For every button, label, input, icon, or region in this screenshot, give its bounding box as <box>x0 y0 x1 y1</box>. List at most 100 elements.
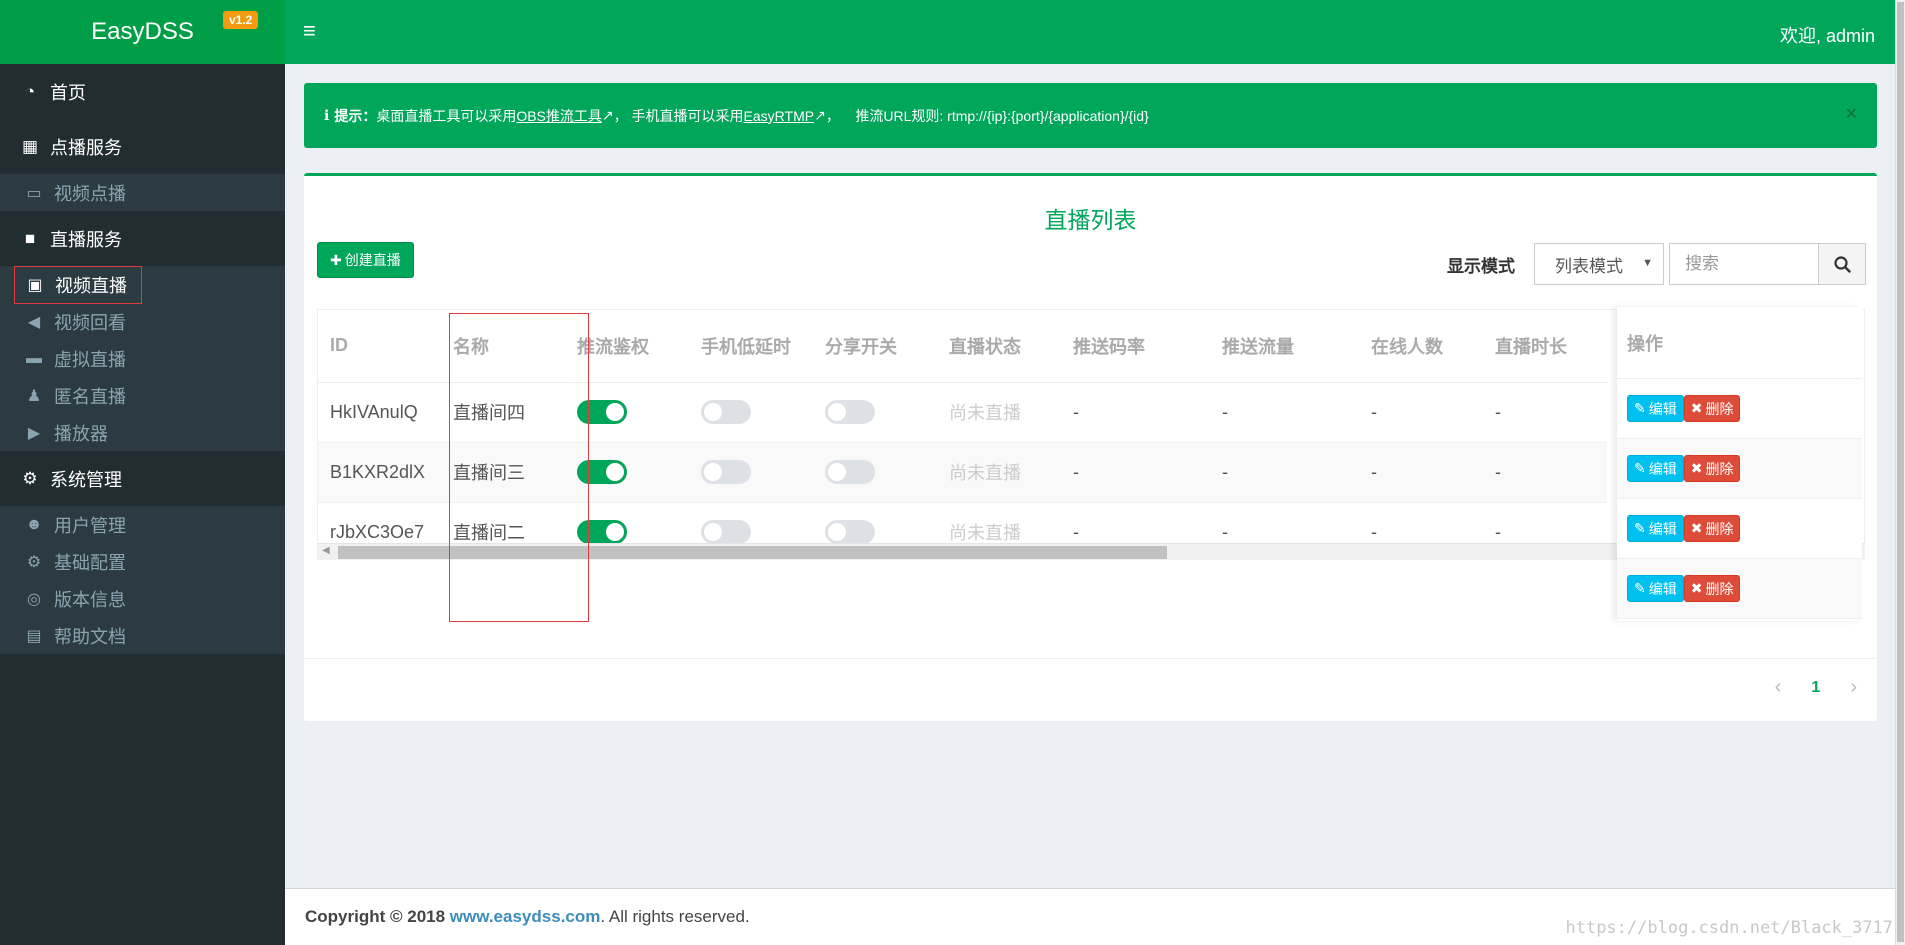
edit-icon: ✎ <box>1634 460 1646 476</box>
sidebar: ◔ 首页 ▦ 点播服务 ▭ 视频点播 ■ 直播服务 ▣ 视频直播 ◀ 视频回看 ▬ 虚拟直播 ♟ 匿名直播 ▶ 播… <box>0 64 285 945</box>
site-link[interactable]: www.easydss.com <box>450 907 601 927</box>
easyrtmp-link[interactable]: EasyRTMP <box>744 108 815 124</box>
share-cell <box>813 382 937 443</box>
sidebar-item[interactable]: ⚙ 基础配置 <box>0 543 285 580</box>
sidebar-item-content: ◎ 版本信息 <box>24 586 126 612</box>
table-row: B1KXR2dlX 直播间三 尚未直播 - - - - <box>318 442 1607 503</box>
gear-icon: ⚙ <box>26 553 42 571</box>
stream-auth-cell <box>565 382 689 443</box>
low-delay-cell <box>689 442 813 503</box>
delete-button[interactable]: ✖ 删除 <box>1683 395 1741 422</box>
sidebar-item-label: 帮助文档 <box>54 626 126 647</box>
sidebar-item-content: ⚙ 基础配置 <box>24 549 126 575</box>
close-icon: ✖ <box>1690 460 1703 476</box>
sidebar-item[interactable]: ▣ 视频直播 <box>0 265 285 304</box>
sidebar-item[interactable]: ■ 直播服务 <box>0 211 285 266</box>
display-mode-value: 列表模式 <box>1555 256 1623 276</box>
page-scrollbar[interactable] <box>1895 0 1905 945</box>
delete-label: 删除 <box>1705 580 1734 597</box>
video-camera-icon: ■ <box>24 228 36 248</box>
sidebar-item[interactable]: ▬ 虚拟直播 <box>0 340 285 377</box>
sidebar-item[interactable]: ▦ 点播服务 <box>0 119 285 174</box>
edit-button[interactable]: ✎ 编辑 <box>1627 395 1684 422</box>
sidebar-item[interactable]: ◀ 视频回看 <box>0 303 285 340</box>
delete-label: 删除 <box>1705 400 1734 417</box>
sidebar-item[interactable]: ☻ 用户管理 <box>0 506 285 543</box>
table-header-row: ID 名称 推流鉴权 手机低延时 分享开关 直播状态 推送码率 推送流量 在线人数 直播时长 <box>318 310 1607 383</box>
sidebar-item-content: ☻ 用户管理 <box>24 512 126 538</box>
column-header: 手机低延时 <box>689 310 813 383</box>
share-toggle[interactable] <box>825 520 875 544</box>
display-mode-label: 显示模式 <box>1447 257 1515 276</box>
close-icon[interactable]: × <box>1845 103 1857 126</box>
sidebar-item[interactable]: ▭ 视频点播 <box>0 174 285 211</box>
alert-prefix: 提示： <box>334 107 377 124</box>
sidebar-item-label: 播放器 <box>54 423 108 444</box>
sidebar-item-content: ◔ 首页 <box>20 79 86 105</box>
stream-auth-toggle[interactable] <box>577 400 627 424</box>
sidebar-item[interactable]: ▶ 播放器 <box>0 414 285 451</box>
stream-auth-toggle[interactable] <box>577 460 627 484</box>
edit-button[interactable]: ✎ 编辑 <box>1627 455 1684 482</box>
live-name: 直播间三 <box>441 442 565 503</box>
edit-label: 编辑 <box>1648 520 1677 537</box>
page-1[interactable]: 1 <box>1811 679 1820 697</box>
menu-toggle-icon[interactable]: ≡ <box>303 20 316 42</box>
delete-button[interactable]: ✖ 删除 <box>1683 515 1741 542</box>
delete-button[interactable]: ✖ 删除 <box>1683 575 1741 602</box>
delete-button[interactable]: ✖ 删除 <box>1683 455 1741 482</box>
logo-text: EasyDSS <box>91 18 194 45</box>
push-flow: - <box>1210 382 1359 443</box>
stream-auth-cell <box>565 442 689 503</box>
sidebar-item-label: 点播服务 <box>50 137 122 158</box>
life-ring-icon: ◎ <box>27 590 41 608</box>
scrollbar-thumb[interactable] <box>338 546 1167 559</box>
sidebar-nav: ◔ 首页 ▦ 点播服务 ▭ 视频点播 ■ 直播服务 ▣ 视频直播 ◀ 视频回看 ▬ 虚拟直播 ♟ 匿名直播 ▶ 播… <box>0 64 285 654</box>
caret-down-icon: ▼ <box>1642 257 1653 269</box>
push-bitrate: - <box>1061 382 1210 443</box>
sidebar-item[interactable]: ⚙ 系统管理 <box>0 451 285 506</box>
sidebar-item-content: ■ 直播服务 <box>20 226 122 252</box>
prev-page-icon[interactable]: ‹ <box>1775 676 1782 699</box>
scrollbar-thumb[interactable] <box>1897 2 1904 942</box>
scroll-left-icon[interactable]: ◀ <box>322 545 330 556</box>
sidebar-item-content: ♟ 匿名直播 <box>24 383 126 409</box>
app-logo[interactable]: EasyDSS v1.2 <box>0 0 285 64</box>
edit-label: 编辑 <box>1648 460 1677 477</box>
live-id: B1KXR2dlX <box>318 442 441 503</box>
search-input[interactable] <box>1670 244 1818 284</box>
column-header: 推送流量 <box>1210 310 1359 383</box>
edit-button[interactable]: ✎ 编辑 <box>1627 515 1684 542</box>
stream-auth-toggle[interactable] <box>577 520 627 544</box>
share-toggle[interactable] <box>825 460 875 484</box>
sidebar-item-content: ◀ 视频回看 <box>24 309 126 335</box>
users-icon: ☻ <box>25 515 43 533</box>
display-mode-select[interactable]: 列表模式 ▼ <box>1534 243 1664 285</box>
edit-button[interactable]: ✎ 编辑 <box>1627 575 1684 602</box>
push-bitrate: - <box>1061 442 1210 503</box>
close-icon: ✖ <box>1690 580 1703 596</box>
share-cell <box>813 442 937 503</box>
table-row: HkIVAnulQ 直播间四 尚未直播 - - - - <box>318 382 1607 443</box>
sidebar-item[interactable]: ◔ 首页 <box>0 64 285 119</box>
share-toggle[interactable] <box>825 400 875 424</box>
rights-text: . All rights reserved. <box>600 907 750 926</box>
welcome-user[interactable]: 欢迎, admin <box>1780 22 1875 48</box>
book-icon: ▤ <box>26 627 42 645</box>
live-name: 直播间四 <box>441 382 565 443</box>
obs-tool-link[interactable]: OBS推流工具 <box>516 106 602 126</box>
search-button[interactable] <box>1818 244 1865 284</box>
table-body: HkIVAnulQ 直播间四 尚未直播 - - - - B1KXR2dlX 直播间三 尚未直播 - -… <box>318 382 1607 558</box>
sidebar-item[interactable]: ◎ 版本信息 <box>0 580 285 617</box>
sidebar-item[interactable]: ♟ 匿名直播 <box>0 377 285 414</box>
low-delay-toggle[interactable] <box>701 400 751 424</box>
next-page-icon[interactable]: › <box>1850 676 1857 699</box>
live-duration: - <box>1483 382 1607 443</box>
sidebar-item[interactable]: ▤ 帮助文档 <box>0 617 285 654</box>
alert-text-3: ， 推流URL规则: rtmp://{ip}:{port}/{applicati… <box>825 107 1149 124</box>
delete-label: 删除 <box>1705 520 1734 537</box>
low-delay-toggle[interactable] <box>701 460 751 484</box>
create-live-button[interactable]: ✚ 创建直播 <box>317 242 414 278</box>
monitor-icon: ▭ <box>26 184 42 202</box>
low-delay-toggle[interactable] <box>701 520 751 544</box>
